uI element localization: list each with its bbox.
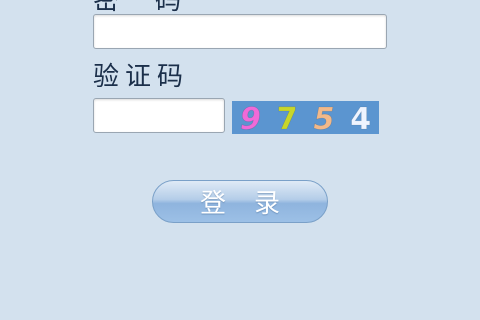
- password-label: 密码: [93, 0, 218, 16]
- captcha-input[interactable]: [93, 98, 225, 133]
- password-input[interactable]: [93, 14, 387, 49]
- captcha-digit: 4: [350, 102, 371, 134]
- captcha-digit: 7: [277, 102, 298, 134]
- captcha-image[interactable]: 9754: [232, 101, 379, 134]
- login-button[interactable]: 登录: [152, 180, 328, 223]
- captcha-digit: 5: [313, 102, 334, 134]
- captcha-graphic: 9754: [232, 101, 379, 134]
- captcha-label: 验证码: [93, 62, 190, 92]
- captcha-digit: 9: [240, 102, 261, 134]
